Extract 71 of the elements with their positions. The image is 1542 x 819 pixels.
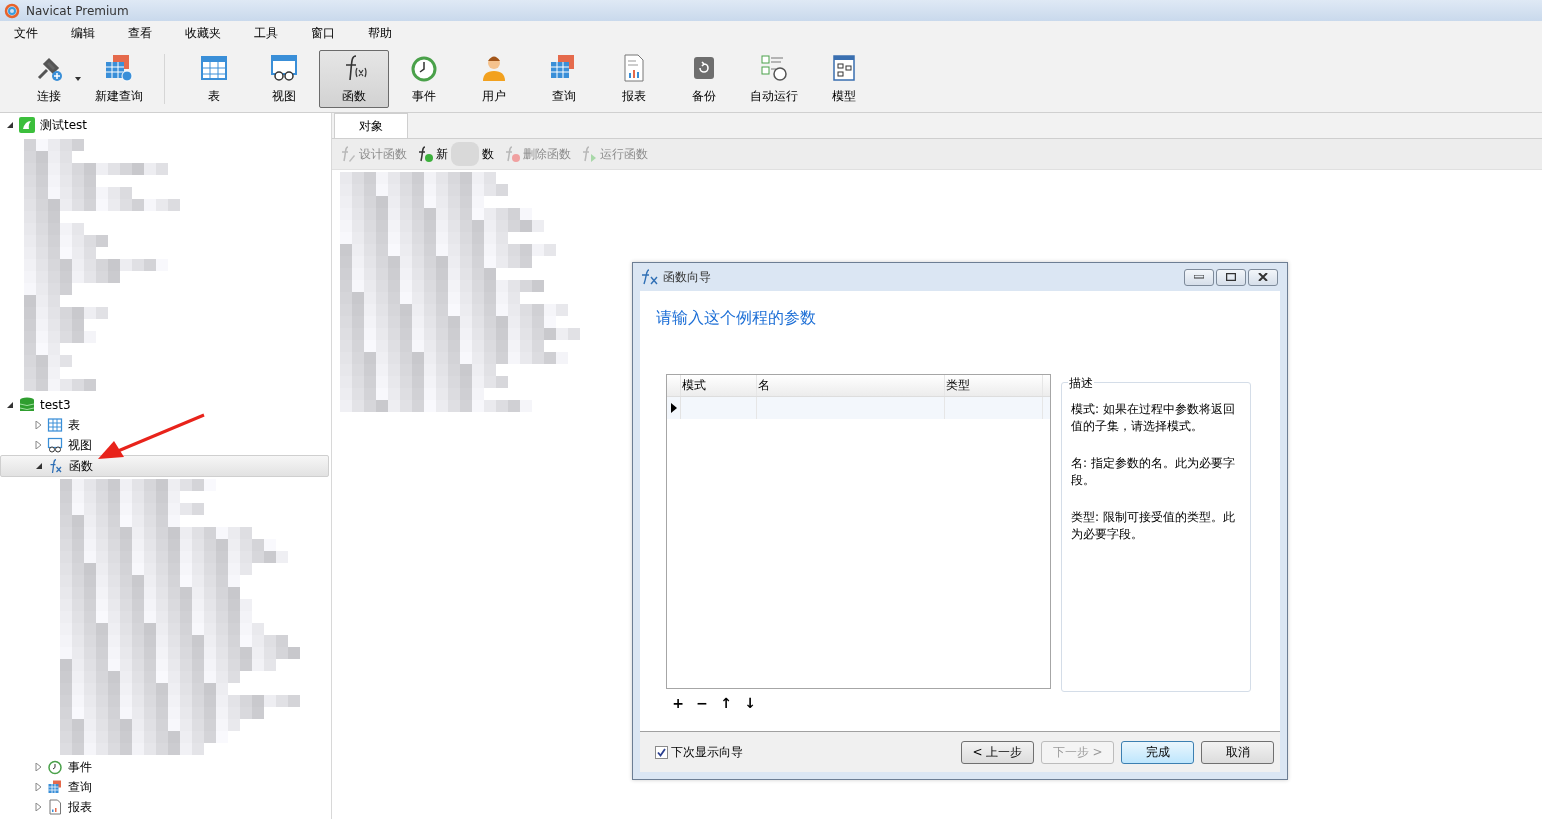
close-button[interactable]: [1248, 268, 1278, 286]
dialog-title: 函数向导: [663, 268, 711, 286]
table-icon: [47, 417, 63, 433]
function-plus-icon: [417, 146, 433, 162]
tree-item[interactable]: 函数: [0, 455, 329, 477]
toolbar-button[interactable]: 新 数: [415, 142, 496, 166]
glasses-grid-icon: [47, 437, 63, 453]
menu-item[interactable]: 收藏夹: [177, 24, 229, 42]
minimize-icon: [1194, 275, 1204, 279]
checkbox-icon: [655, 745, 668, 759]
panel-title: 描述: [1068, 375, 1094, 392]
maximize-button[interactable]: [1216, 268, 1246, 286]
column-header[interactable]: 名: [757, 375, 945, 396]
description-text: 模式: 如果在过程中参数将返回值的子集，请选择模式。: [1071, 401, 1236, 435]
toolbar-button[interactable]: 报表: [599, 49, 669, 108]
menu-item[interactable]: 工具: [246, 24, 286, 42]
function-minus-icon: [504, 146, 520, 162]
alarm-clock-icon: [47, 759, 63, 775]
function-pencil-icon: [340, 146, 356, 162]
tree-item[interactable]: 报表: [0, 797, 331, 817]
function-play-icon: [581, 146, 597, 162]
tree-item[interactable]: 查询: [0, 777, 331, 797]
close-icon: [1258, 273, 1268, 281]
maximize-icon: [1226, 273, 1236, 281]
toolbar-button[interactable]: 用户: [459, 49, 529, 108]
toolbar-button[interactable]: 视图: [249, 49, 319, 108]
tree-item[interactable]: 事件: [0, 757, 331, 777]
description-text: 类型: 限制可接受值的类型。此为必要字段。: [1071, 509, 1236, 543]
toolbar-button[interactable]: 函数: [319, 49, 389, 108]
menu-item[interactable]: 窗口: [303, 24, 343, 42]
grid-tool-button[interactable]: −: [694, 695, 710, 711]
wizard-button[interactable]: 取消: [1201, 740, 1274, 764]
window-title: Navicat Premium: [26, 3, 129, 18]
grid-icon: [47, 779, 63, 795]
checklist-clock-icon: [758, 52, 790, 84]
grid-tool-button[interactable]: +: [670, 695, 686, 711]
toolbar-button[interactable]: 自动运行: [739, 49, 809, 108]
app-logo-icon: [4, 2, 20, 19]
glasses-grid-icon: [268, 52, 300, 84]
toolbar-button[interactable]: 事件: [389, 49, 459, 108]
tree-item[interactable]: 视图: [0, 435, 331, 455]
wizard-heading: 请输入这个例程的参数: [655, 307, 817, 329]
column-header[interactable]: 模式: [681, 375, 757, 396]
function-icon: [48, 458, 64, 474]
checkbox[interactable]: 下次显示向导: [655, 743, 743, 761]
database-icon: [19, 397, 35, 413]
toolbar-button[interactable]: 查询: [529, 49, 599, 108]
menu-item[interactable]: 帮助: [360, 24, 400, 42]
toolbar-button[interactable]: 模型: [809, 49, 879, 108]
grid-tool-button[interactable]: ↓: [742, 695, 758, 711]
dolphin-icon: [19, 117, 35, 133]
toolbar-button[interactable]: 连接: [14, 49, 84, 108]
tab[interactable]: 对象: [334, 113, 408, 138]
menu-item[interactable]: 文件: [6, 24, 46, 42]
menu-item[interactable]: 查看: [120, 24, 160, 42]
wizard-button[interactable]: 完成: [1121, 740, 1194, 764]
tree-item[interactable]: test3: [0, 395, 331, 415]
toolbar-button[interactable]: 备份: [669, 49, 739, 108]
description-text: 名: 指定参数的名。此为必要字段。: [1071, 455, 1236, 489]
grid-plus-icon: [103, 52, 135, 84]
function-icon: [641, 269, 659, 285]
wizard-button[interactable]: < 上一步: [961, 740, 1034, 764]
tree-item[interactable]: 测试test: [0, 115, 331, 135]
menu-item[interactable]: 编辑: [63, 24, 103, 42]
toolbar-button[interactable]: 新建查询: [84, 49, 154, 108]
caret-icon: [75, 76, 81, 81]
toolbar-button[interactable]: 表: [179, 49, 249, 108]
column-header[interactable]: 类型: [945, 375, 1043, 396]
document-chart-icon: [47, 799, 63, 815]
grid-tool-button[interactable]: ↑: [718, 695, 734, 711]
tree-item[interactable]: 表: [0, 415, 331, 435]
